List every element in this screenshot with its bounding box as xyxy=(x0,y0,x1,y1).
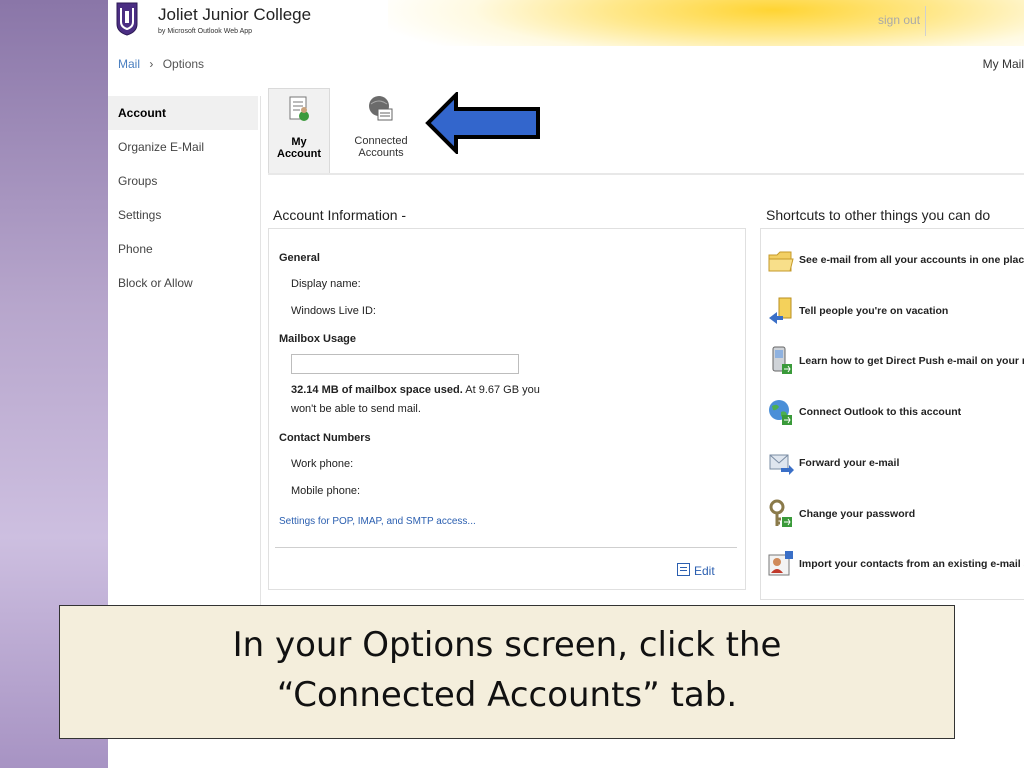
shortcut-label: Learn how to get Direct Push e-mail on y… xyxy=(799,355,1024,367)
college-name: Joliet Junior College xyxy=(158,5,312,24)
tab-my-account-label: My Account xyxy=(277,136,321,160)
byline: by Microsoft Outlook Web App xyxy=(158,28,253,35)
breadcrumb-separator: › xyxy=(149,57,154,71)
shortcut-label: Import your contacts from an existing e-… xyxy=(799,558,1024,570)
mailbox-usage-limit: At 9.67 GB you xyxy=(462,384,540,396)
app-header: Joliet Junior College by Microsoft Outlo… xyxy=(108,0,1024,46)
shortcuts-title: Shortcuts to other things you can do xyxy=(766,207,991,223)
caption-line-1: In your Options screen, click the xyxy=(232,625,782,665)
mailbox-usage-text: 32.14 MB of mailbox space used. At 9.67 … xyxy=(291,384,540,396)
general-heading: General xyxy=(279,252,320,264)
nav-divider xyxy=(260,96,261,605)
folder-icon xyxy=(768,251,794,272)
tab-connected-accounts[interactable]: Connected Accounts xyxy=(334,88,428,172)
mobile-phone-label: Mobile phone: xyxy=(291,485,361,497)
breadcrumb-current: Options xyxy=(162,57,205,71)
pointer-arrow-icon xyxy=(425,92,540,154)
nav-item-organize-email[interactable]: Organize E-Mail xyxy=(108,130,258,164)
account-information-panel: General Display name: Windows Live ID: M… xyxy=(268,228,746,590)
mobile-phone-icon xyxy=(772,346,792,374)
contact-numbers-heading: Contact Numbers xyxy=(279,432,371,444)
vacation-icon xyxy=(769,297,792,324)
tab-my-account[interactable]: My Account xyxy=(268,88,330,173)
globe-connect-icon xyxy=(769,400,792,425)
sign-out-link[interactable]: sign out xyxy=(878,13,920,27)
shortcuts-panel: See e-mail from all your accounts in one… xyxy=(760,228,1024,600)
tab-connected-accounts-label: Connected Accounts xyxy=(354,135,408,159)
instruction-caption: In your Options screen, click the “Conne… xyxy=(59,605,955,739)
shortcut-label: Change your password xyxy=(799,508,916,520)
edit-label: Edit xyxy=(694,564,715,578)
shortcut-connect-outlook[interactable]: Connect Outlook to this account xyxy=(761,393,1024,433)
caption-line-2: “Connected Accounts” tab. xyxy=(276,675,738,715)
college-shield-icon xyxy=(116,2,138,36)
shortcut-change-password[interactable]: Change your password xyxy=(761,495,1024,535)
windows-live-id-label: Windows Live ID: xyxy=(291,305,376,317)
shortcut-see-all-email[interactable]: See e-mail from all your accounts in one… xyxy=(761,241,1024,281)
connected-accounts-icon xyxy=(369,96,393,121)
tabs-underline xyxy=(268,173,1024,175)
work-phone-label: Work phone: xyxy=(291,458,354,470)
header-divider xyxy=(925,6,926,36)
nav-item-settings[interactable]: Settings xyxy=(108,198,258,232)
shortcut-label: See e-mail from all your accounts in one… xyxy=(799,254,1024,266)
nav-item-account[interactable]: Account xyxy=(108,96,258,130)
edit-button[interactable]: Edit xyxy=(677,563,715,578)
mailbox-usage-warning: won't be able to send mail. xyxy=(291,403,421,415)
display-name-label: Display name: xyxy=(291,278,361,290)
account-information-title: Account Information - xyxy=(273,207,407,223)
my-mail-link[interactable]: My Mail xyxy=(983,57,1024,71)
breadcrumb: Mail › Options xyxy=(118,57,204,71)
account-tabs: My Account Connected Accounts xyxy=(268,88,1024,174)
forward-mail-icon xyxy=(769,454,794,475)
keys-icon xyxy=(769,499,792,527)
outlook-web-app: Joliet Junior College by Microsoft Outlo… xyxy=(108,0,1024,605)
shortcut-import-contacts[interactable]: Import your contacts from an existing e-… xyxy=(761,545,1024,585)
contact-card-icon xyxy=(768,551,793,576)
nav-item-block-or-allow[interactable]: Block or Allow xyxy=(108,266,258,300)
options-nav: Account Organize E-Mail Groups Settings … xyxy=(108,96,258,300)
shortcut-label: Tell people you're on vacation xyxy=(799,305,949,317)
shortcut-forward-email[interactable]: Forward your e-mail xyxy=(761,444,1024,484)
my-account-icon xyxy=(289,96,309,121)
shortcut-vacation[interactable]: Tell people you're on vacation xyxy=(761,292,1024,332)
shortcut-direct-push[interactable]: Learn how to get Direct Push e-mail on y… xyxy=(761,342,1024,382)
pop-imap-smtp-settings-link[interactable]: Settings for POP, IMAP, and SMTP access.… xyxy=(279,516,476,527)
shortcut-label: Connect Outlook to this account xyxy=(799,406,962,418)
header-swoosh-decoration xyxy=(388,0,1024,46)
nav-item-phone[interactable]: Phone xyxy=(108,232,258,266)
edit-icon xyxy=(677,563,690,576)
mailbox-usage-heading: Mailbox Usage xyxy=(279,333,357,345)
breadcrumb-mail-link[interactable]: Mail xyxy=(118,57,140,71)
panel-divider xyxy=(275,547,737,548)
shortcut-label: Forward your e-mail xyxy=(799,457,900,469)
mailbox-usage-bar xyxy=(291,354,519,374)
mailbox-usage-used: 32.14 MB of mailbox space used. xyxy=(291,384,463,396)
nav-item-groups[interactable]: Groups xyxy=(108,164,258,198)
